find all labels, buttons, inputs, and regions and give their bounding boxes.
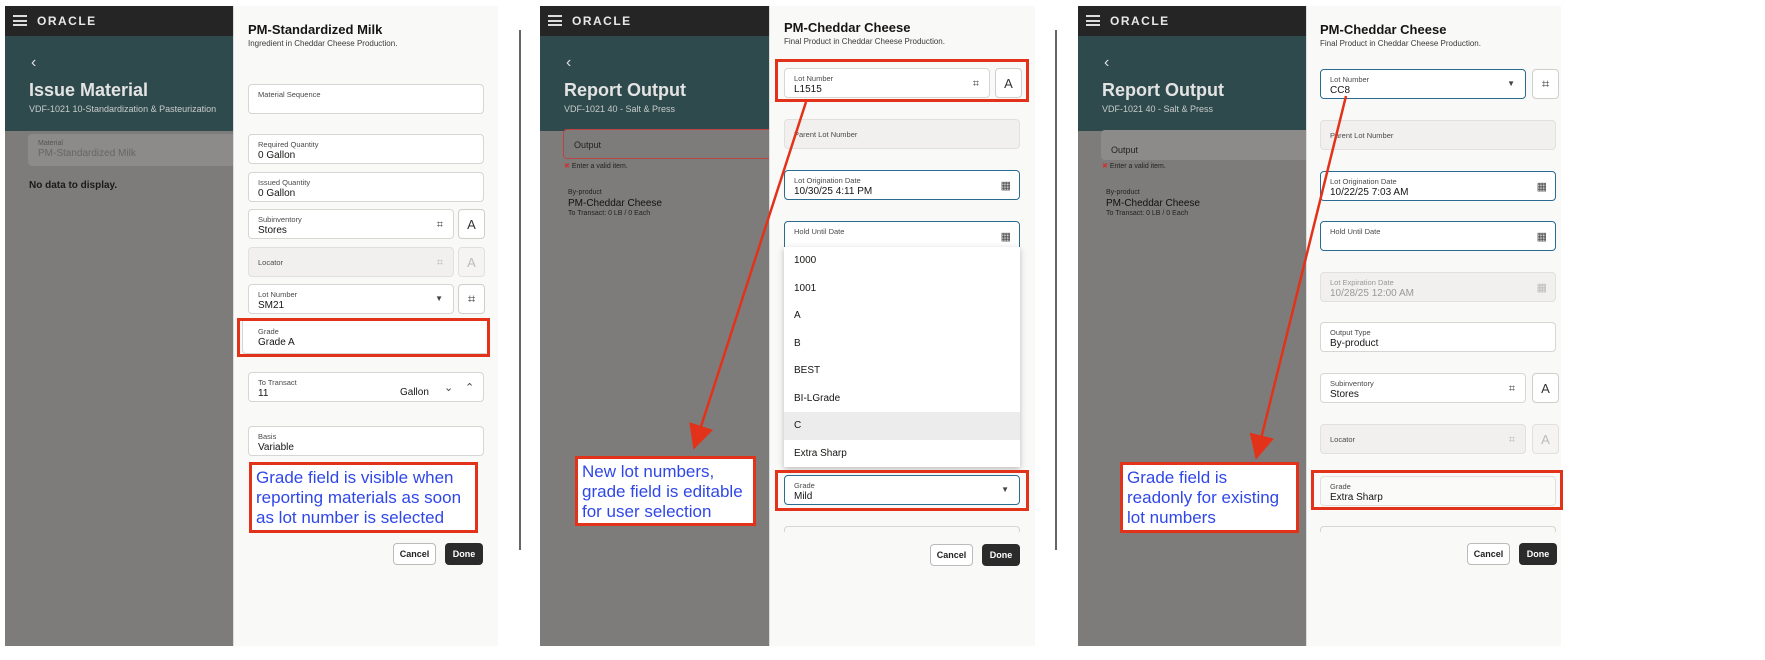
arrow-new-lot: [689, 101, 808, 450]
arrow-existing-lot: [1249, 95, 1348, 460]
annotation-arrows: [689, 95, 1348, 460]
